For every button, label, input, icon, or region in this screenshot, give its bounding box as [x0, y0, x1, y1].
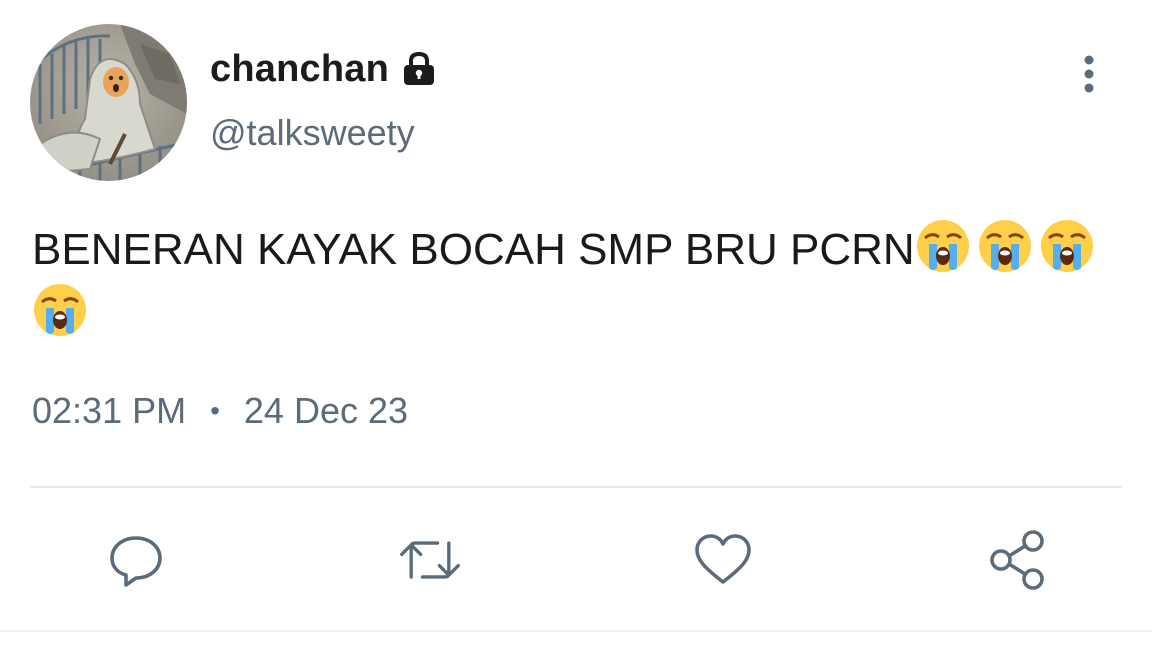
loudly-crying-face-emoji	[915, 218, 971, 274]
tweet-text: BENERAN KAYAK BOCAH SMP BRU PCRN	[32, 218, 1132, 346]
retweet-icon	[400, 541, 460, 579]
loudly-crying-face-emoji	[977, 218, 1033, 274]
share-button[interactable]	[985, 528, 1049, 592]
display-name-row: chanchan	[210, 44, 439, 94]
divider	[30, 486, 1122, 488]
user-handle[interactable]: @talksweety	[210, 112, 415, 154]
retweet-button[interactable]	[398, 528, 462, 592]
display-name[interactable]: chanchan	[210, 48, 389, 91]
avatar-image	[30, 24, 187, 181]
tweet-time: 02:31 PM	[32, 390, 187, 431]
avatar[interactable]	[30, 24, 187, 181]
tweet-text-content: BENERAN KAYAK BOCAH SMP BRU PCRN	[32, 225, 915, 274]
loudly-crying-face-emoji	[1039, 218, 1095, 274]
reply-icon	[110, 536, 162, 587]
reply-button[interactable]	[104, 528, 168, 592]
like-button[interactable]	[691, 528, 755, 592]
share-icon	[990, 530, 1044, 590]
more-options-icon[interactable]	[1068, 52, 1110, 96]
tweet-card: chanchan @talksweety BENERAN KAYAK BOCAH…	[0, 0, 1152, 651]
bottom-divider	[0, 630, 1152, 632]
tweet-date: 24 Dec 23	[243, 390, 409, 431]
meta-separator: •	[210, 395, 220, 426]
heart-icon	[695, 534, 751, 584]
tweet-timestamp: 02:31 PM • 24 Dec 23	[32, 390, 408, 432]
lock-icon	[399, 49, 439, 89]
loudly-crying-face-emoji	[32, 282, 88, 338]
